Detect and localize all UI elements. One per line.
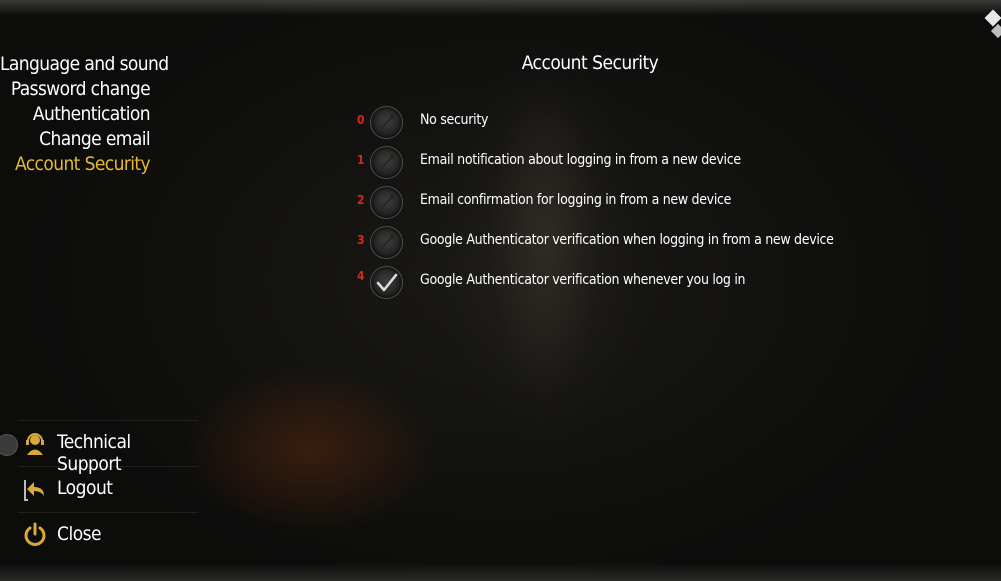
option-label: Google Authenticator verification when l… — [420, 232, 834, 248]
top-border — [0, 0, 1001, 16]
security-option-3[interactable]: 3 Google Authenticator verification when… — [355, 225, 875, 261]
option-number: 0 — [357, 113, 365, 127]
security-option-1[interactable]: 1 Email notification about logging in fr… — [355, 145, 875, 181]
nav-item-change-email[interactable]: Change email — [0, 127, 150, 152]
radio-empty-icon — [380, 155, 394, 169]
security-option-2[interactable]: 2 Email confirmation for logging in from… — [355, 185, 875, 221]
bottom-menu: Technical Support Logout Close — [18, 420, 198, 558]
logout-arrow-icon — [22, 476, 48, 502]
logout-label: Logout — [57, 477, 113, 499]
option-label: Email notification about logging in from… — [420, 152, 741, 168]
nav-item-account-security[interactable]: Account Security — [0, 152, 151, 177]
radio-button-selected[interactable] — [370, 266, 403, 299]
nav-item-password-change[interactable]: Password change — [0, 77, 151, 102]
page-title: Account Security — [521, 52, 659, 74]
radio-button[interactable] — [370, 146, 403, 179]
security-option-4[interactable]: 4 Google Authenticator verification when… — [355, 265, 875, 301]
option-number: 2 — [357, 193, 365, 207]
option-number: 4 — [357, 269, 365, 283]
power-icon — [22, 522, 48, 548]
side-close-icon — [0, 434, 18, 456]
settings-nav: Language and sound Password change Authe… — [0, 52, 169, 177]
radio-empty-icon — [380, 115, 394, 129]
nav-item-authentication[interactable]: Authentication — [0, 102, 151, 127]
option-number: 1 — [357, 153, 365, 167]
radio-empty-icon — [380, 195, 394, 209]
logout-button[interactable]: Logout — [18, 466, 198, 512]
option-label: Google Authenticator verification whenev… — [420, 272, 746, 288]
radio-button[interactable] — [370, 106, 403, 139]
close-button[interactable]: Close — [18, 512, 198, 558]
headset-icon — [22, 430, 48, 456]
radio-button[interactable] — [370, 226, 403, 259]
nav-item-language-and-sound[interactable]: Language and sound — [0, 52, 169, 77]
option-label: No security — [420, 112, 489, 128]
radio-empty-icon — [380, 235, 394, 249]
option-number: 3 — [357, 233, 365, 247]
technical-support-button[interactable]: Technical Support — [18, 420, 198, 475]
radio-button[interactable] — [370, 186, 403, 219]
close-label: Close — [57, 523, 102, 545]
option-label: Email confirmation for logging in from a… — [420, 192, 732, 208]
checkmark-icon — [376, 273, 398, 292]
bottom-border — [0, 563, 1001, 581]
security-option-0[interactable]: 0 No security — [355, 105, 875, 141]
